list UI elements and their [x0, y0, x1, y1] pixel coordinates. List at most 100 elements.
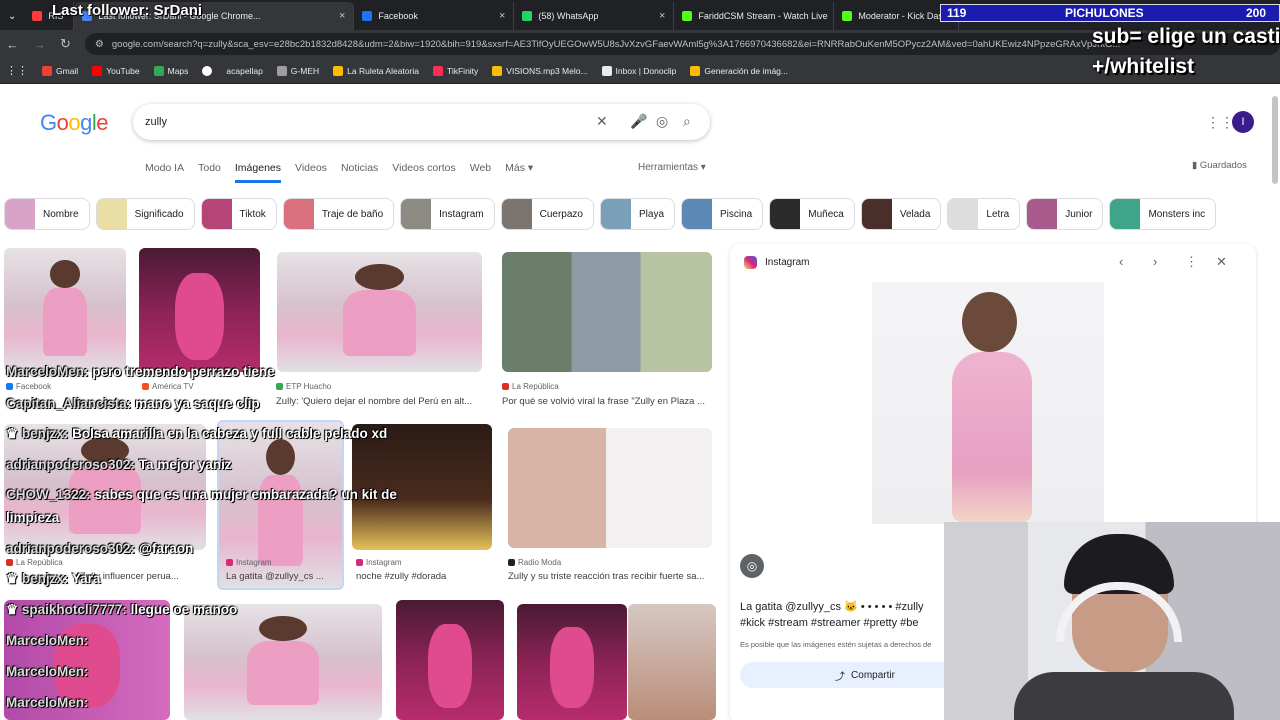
chip-monsters-inc[interactable]: Monsters inc — [1109, 198, 1217, 230]
avatar[interactable]: I — [1232, 111, 1254, 133]
image-result[interactable] — [396, 600, 504, 720]
image-result[interactable] — [628, 604, 716, 720]
chat-text: limpieza — [6, 510, 60, 525]
image-result[interactable] — [4, 248, 126, 372]
chip-thumbnail — [770, 199, 801, 229]
instagram-icon — [226, 559, 233, 566]
clear-search-icon[interactable]: ✕ — [596, 113, 608, 130]
image-result[interactable] — [502, 252, 712, 372]
result-source[interactable]: Radio Moda — [508, 558, 561, 567]
close-panel-icon[interactable]: ✕ — [1216, 254, 1227, 270]
chip-traje-de-bano[interactable]: Traje de baño — [282, 198, 395, 230]
larepublica-icon — [502, 383, 509, 390]
tab-noticias[interactable]: Noticias — [341, 162, 378, 183]
bookmark-favicon-icon — [276, 65, 287, 76]
chip-piscina[interactable]: Piscina — [681, 198, 764, 230]
bookmark-item[interactable]: La Ruleta Aleatoria — [333, 65, 419, 76]
result-source[interactable]: La República — [6, 558, 63, 567]
image-result[interactable] — [277, 252, 482, 372]
preview-image[interactable] — [872, 282, 1104, 524]
prev-result-icon[interactable]: ‹ — [1119, 254, 1123, 269]
result-source[interactable]: Instagram — [226, 558, 272, 567]
apps-grid-icon[interactable]: ⋮⋮ — [6, 64, 28, 77]
close-tab-icon[interactable]: × — [499, 10, 505, 22]
chip-tiktok[interactable]: Tiktok — [200, 198, 277, 230]
page-scrollbar[interactable] — [1272, 96, 1278, 184]
result-source[interactable]: La República — [502, 382, 559, 391]
result-caption[interactable]: noche #zully #dorada — [356, 571, 496, 582]
tab-favicon-icon — [842, 11, 853, 21]
bookmark-favicon-icon — [92, 65, 103, 76]
chat-user: benjzx: — [21, 426, 69, 441]
chip-playa[interactable]: Playa — [599, 198, 675, 230]
result-caption[interactable]: Por qué se volvió viral la frase "Zully … — [502, 396, 717, 407]
chip-thumbnail — [5, 199, 35, 229]
tab-modo-ia[interactable]: Modo IA — [145, 162, 184, 183]
bookmark-label: Inbox | Donoclip — [615, 65, 677, 76]
bookmark-item[interactable]: VISIONS.mp3 Melo... — [492, 65, 588, 76]
browser-tab[interactable]: (58) WhatsApp × — [514, 2, 675, 30]
browser-tab[interactable]: FariddCSM Stream - Watch Live× — [674, 2, 835, 30]
image-result[interactable] — [139, 248, 260, 372]
chip-significado[interactable]: Significado — [95, 198, 195, 230]
voice-search-icon[interactable]: 🎤 — [630, 113, 647, 130]
image-result[interactable] — [517, 604, 627, 720]
chip-instagram[interactable]: Instagram — [400, 198, 495, 230]
result-source[interactable]: América TV — [142, 382, 194, 391]
chip-label: Letra — [986, 208, 1010, 220]
tab-web[interactable]: Web — [470, 162, 491, 183]
tab-imagenes[interactable]: Imágenes — [234, 162, 282, 183]
forward-icon[interactable]: → — [33, 37, 46, 52]
tab-mas[interactable]: Más ▾ — [505, 162, 533, 183]
result-caption[interactable]: La gatita @zullyy_cs ... — [226, 571, 341, 582]
bookmark-item[interactable]: Generación de imág... — [690, 65, 788, 76]
image-result[interactable] — [184, 604, 382, 720]
tab-todo[interactable]: Todo — [198, 162, 221, 183]
search-icon[interactable]: ⌕ — [683, 113, 691, 130]
image-result[interactable] — [508, 428, 712, 548]
next-result-icon[interactable]: › — [1153, 254, 1157, 269]
back-icon[interactable]: ← — [6, 37, 19, 52]
bookmark-item[interactable]: G-MEH — [276, 65, 319, 76]
close-tab-icon[interactable]: × — [339, 10, 345, 22]
result-source[interactable]: ETP Huacho — [276, 382, 331, 391]
chip-velada[interactable]: Velada — [860, 198, 942, 230]
bookmark-item[interactable]: YouTube — [92, 65, 140, 76]
panel-source[interactable]: Instagram — [744, 256, 809, 269]
bookmark-item[interactable]: Inbox | Donoclip — [601, 65, 677, 76]
bookmark-item[interactable]: acapellap — [226, 66, 262, 76]
tab-videos[interactable]: Videos — [295, 162, 327, 183]
lens-search-icon[interactable]: ◎ — [656, 113, 668, 130]
saved-link[interactable]: ▮ Guardados — [1192, 160, 1247, 171]
result-source[interactable]: Instagram — [356, 558, 402, 567]
tab-menu-icon[interactable]: ⌄ — [0, 11, 24, 30]
bookmark-item[interactable]: TikFinity — [432, 65, 478, 76]
chip-letra[interactable]: Letra — [947, 198, 1021, 230]
reload-icon[interactable]: ↻ — [60, 36, 71, 52]
search-box[interactable]: zully ✕ 🎤 ◎ ⌕ — [133, 104, 710, 140]
bookmark-item[interactable]: Maps — [153, 65, 188, 76]
chip-cuerpazo[interactable]: Cuerpazo — [500, 198, 594, 230]
chip-nombre[interactable]: Nombre — [4, 198, 90, 230]
bookmark-favicon-icon — [432, 65, 443, 76]
tools-menu[interactable]: Herramientas ▾ — [638, 162, 706, 173]
bookmark-item[interactable]: Gmail — [42, 65, 78, 76]
site-info-icon[interactable]: ⚙ — [95, 39, 104, 50]
result-caption[interactable]: Zully y su triste reacción tras recibir … — [508, 571, 718, 582]
chip-junior[interactable]: Junior — [1026, 198, 1104, 230]
google-logo[interactable]: Google — [40, 110, 109, 136]
chat-text: sabes que es una mujer embarazada? un ki… — [94, 487, 397, 502]
browser-tab[interactable]: Facebook × — [354, 2, 515, 30]
chat-user: adrianpoderoso302: — [6, 541, 136, 556]
bookmark-item[interactable] — [202, 65, 213, 76]
preview-title[interactable]: La gatita @zullyy_cs 🐱 • • • • • #zully — [740, 600, 924, 613]
lens-icon[interactable]: ◎ — [740, 554, 764, 578]
result-source[interactable]: Facebook — [6, 382, 51, 391]
search-input[interactable]: zully — [145, 116, 167, 128]
tab-videos-cortos[interactable]: Videos cortos — [392, 162, 455, 183]
result-caption[interactable]: Zully: 'Quiero dejar el nombre del Perú … — [276, 396, 486, 407]
more-options-icon[interactable]: ⋮ — [1185, 254, 1198, 270]
close-tab-icon[interactable]: × — [659, 10, 665, 22]
chip-muneca[interactable]: Muñeca — [769, 198, 855, 230]
source-label: Instagram — [366, 558, 402, 567]
